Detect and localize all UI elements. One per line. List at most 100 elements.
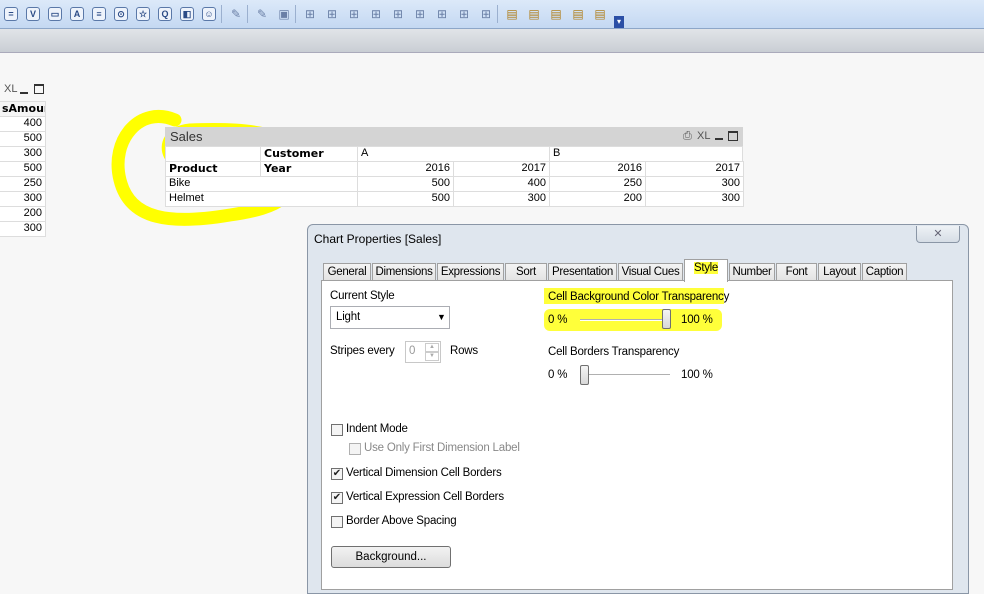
current-selections-icon[interactable]: ⊙ [114, 7, 128, 21]
background-button[interactable]: Background... [331, 546, 451, 568]
border-transparency-slider-thumb[interactable] [580, 365, 589, 385]
dimension-header-product[interactable]: Product [165, 161, 261, 177]
doc-props-icon[interactable]: ▤ [592, 6, 608, 22]
checkbox-border-above-spacing[interactable] [331, 516, 343, 528]
checkbox-label[interactable]: Border Above Spacing [346, 515, 457, 527]
product-cell[interactable]: Helmet [165, 191, 358, 207]
year-header[interactable]: 2017 [645, 161, 744, 177]
arrange-icon[interactable]: ⊞ [478, 6, 494, 22]
chevron-down-icon: ▼ [437, 312, 446, 322]
table-cell[interactable]: 500 [0, 161, 46, 177]
minimize-icon[interactable] [20, 92, 28, 94]
container-icon[interactable]: ◧ [180, 7, 194, 21]
tab-style[interactable]: Style [684, 259, 728, 282]
bg-min-label: 0 % [548, 314, 568, 326]
bookmark-icon[interactable]: ☆ [136, 7, 150, 21]
tab-expressions[interactable]: Expressions [437, 263, 504, 281]
tab-font[interactable]: Font [776, 263, 817, 281]
tab-sort[interactable]: Sort [505, 263, 547, 281]
overflow-icon[interactable]: ▾ [614, 16, 624, 28]
checkbox-label[interactable]: Vertical Expression Cell Borders [346, 491, 504, 503]
bg-transparency-track[interactable] [580, 319, 670, 321]
customer-header[interactable]: B [549, 146, 743, 162]
tab-number[interactable]: Number [729, 263, 775, 281]
stripes-spinner[interactable]: 0 ▲ ▼ [405, 341, 441, 363]
align-center-icon[interactable]: ⊞ [324, 6, 340, 22]
sales-caption[interactable]: Sales ⎙ XL [165, 127, 743, 146]
lock-icon[interactable]: ▣ [276, 6, 292, 22]
table-viewer-icon[interactable]: ▤ [570, 6, 586, 22]
tab-general[interactable]: General [323, 263, 371, 281]
table-cell[interactable]: 300 [0, 221, 46, 237]
table-cell[interactable]: 500 [0, 131, 46, 147]
sheet-props-icon[interactable]: ▤ [504, 6, 520, 22]
input-box-icon[interactable]: ≡ [92, 7, 106, 21]
distribute-icon[interactable]: ⊞ [368, 6, 384, 22]
tab-layout[interactable]: Layout [818, 263, 861, 281]
checkbox-use-only-first-dimension-label [349, 443, 361, 455]
toolbar-separator [295, 5, 296, 23]
spin-down-icon[interactable]: ▼ [425, 352, 439, 361]
dimension-header-customer[interactable]: Customer [260, 146, 358, 162]
checkbox-indent-mode[interactable] [331, 424, 343, 436]
xl-button[interactable]: XL [697, 130, 710, 142]
year-header[interactable]: 2016 [357, 161, 454, 177]
multi-box-icon[interactable]: V [26, 7, 40, 21]
dimension-header-year[interactable]: Year [260, 161, 358, 177]
tab-presentation[interactable]: Presentation [548, 263, 617, 281]
table-cell[interactable]: 250 [0, 176, 46, 192]
edit-script-icon[interactable]: ▤ [548, 6, 564, 22]
minimize-icon[interactable] [715, 138, 723, 140]
table-cell[interactable]: 400 [0, 116, 46, 132]
table-cell[interactable]: 300 [0, 191, 46, 207]
table-cell[interactable]: 300 [0, 146, 46, 162]
current-style-select[interactable]: Light ▼ [330, 306, 450, 329]
tab-label: Style [693, 262, 719, 274]
tab-visual-cues[interactable]: Visual Cues [618, 263, 683, 281]
close-button[interactable]: ✕ [916, 226, 960, 243]
product-cell[interactable]: Bike [165, 176, 358, 192]
space-icon[interactable]: ⊞ [390, 6, 406, 22]
maximize-icon[interactable] [728, 131, 738, 141]
checkbox-label[interactable]: Vertical Dimension Cell Borders [346, 467, 502, 479]
checkbox-vertical-expression-cell-borders[interactable]: ✔ [331, 492, 343, 504]
text-object-icon[interactable]: A [70, 7, 84, 21]
year-header[interactable]: 2016 [549, 161, 646, 177]
value-cell: 500 [357, 176, 454, 192]
adjust-icon[interactable]: ⊞ [434, 6, 450, 22]
wizard-icon[interactable]: ✎ [228, 6, 244, 22]
top-align-icon[interactable]: ⊞ [412, 6, 428, 22]
tab-caption[interactable]: Caption [862, 263, 907, 281]
value-cell: 250 [549, 176, 646, 192]
slider-icon[interactable]: ☺ [202, 7, 216, 21]
align-right-icon[interactable]: ⊞ [346, 6, 362, 22]
tab-label: Font [785, 266, 808, 278]
stripes-value: 0 [409, 345, 416, 357]
spin-up-icon[interactable]: ▲ [425, 343, 439, 352]
column-header[interactable]: sAmount [0, 101, 46, 117]
clear-icon[interactable]: ✎ [254, 6, 270, 22]
sales-title: Sales [170, 129, 203, 144]
align-left-icon[interactable]: ⊞ [302, 6, 318, 22]
bg-transparency-slider-thumb[interactable] [662, 309, 671, 329]
tab-label: Sort [516, 266, 536, 278]
checkbox-vertical-dimension-cell-borders[interactable]: ✔ [331, 468, 343, 480]
maximize-icon[interactable] [34, 84, 44, 94]
checkbox-label[interactable]: Indent Mode [346, 423, 408, 435]
customer-header[interactable]: A [357, 146, 550, 162]
year-header[interactable]: 2017 [453, 161, 550, 177]
table-cell [165, 146, 261, 162]
stretch-icon[interactable]: ⊞ [456, 6, 472, 22]
toolbar-separator [497, 5, 498, 23]
list-box-icon[interactable]: = [4, 7, 18, 21]
tab-label: Dimensions [375, 266, 433, 278]
border-transparency-track[interactable] [580, 374, 670, 376]
current-style-value: Light [336, 311, 360, 323]
new-sheet-icon[interactable]: ▤ [526, 6, 542, 22]
table-cell[interactable]: 200 [0, 206, 46, 222]
table-box-icon[interactable]: ▭ [48, 7, 62, 21]
search-object-icon[interactable]: Q [158, 7, 172, 21]
print-icon[interactable]: ⎙ [683, 130, 692, 143]
tab-dimensions[interactable]: Dimensions [372, 263, 436, 281]
left-table-xl-button[interactable]: XL [4, 83, 17, 95]
